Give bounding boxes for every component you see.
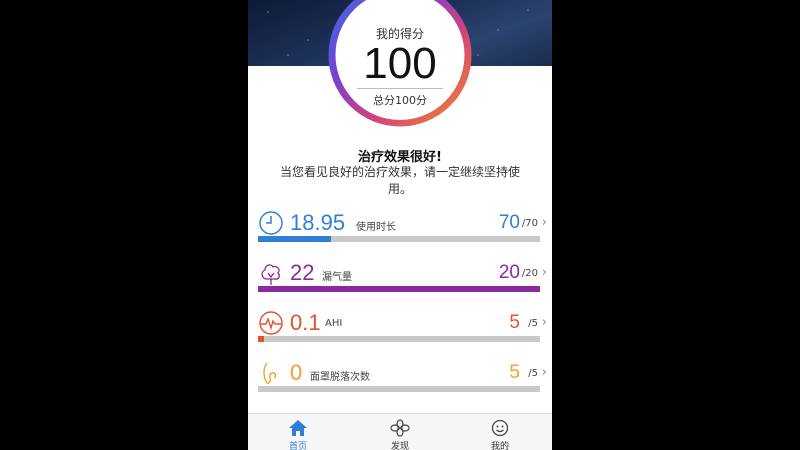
tab-label: 首页 bbox=[288, 442, 307, 450]
result-message: 当您看见良好的治疗效果，请一定继续坚持使用。 bbox=[279, 165, 520, 196]
result-title: 治疗效果很好! bbox=[358, 150, 442, 165]
tab-label: 发现 bbox=[390, 442, 409, 450]
metric-value: 0 bbox=[290, 360, 303, 385]
metric-score: 5 bbox=[509, 362, 520, 383]
metric-score: 70 bbox=[498, 212, 520, 233]
metric-ahi-row[interactable]: 0.1 AHI 5 /5 › bbox=[248, 308, 552, 358]
chevron-right-icon: › bbox=[541, 315, 547, 330]
smiley-icon bbox=[491, 419, 509, 437]
pulse-icon bbox=[259, 311, 283, 335]
tab-label: 我的 bbox=[490, 442, 509, 450]
metric-max: /5 bbox=[528, 318, 538, 329]
metric-max: /70 bbox=[521, 218, 538, 229]
metric-value: 22 bbox=[290, 260, 315, 285]
progress-track bbox=[258, 386, 540, 392]
metric-name: 面罩脱落次数 bbox=[310, 372, 370, 383]
chevron-right-icon: › bbox=[541, 265, 547, 280]
tab-mine[interactable]: 我的 bbox=[450, 414, 550, 450]
metric-name: 漏气量 bbox=[322, 272, 352, 283]
metric-name: AHI bbox=[325, 318, 343, 329]
metric-usage-row[interactable]: 18.95 使用时长 70 /70 › bbox=[248, 208, 552, 258]
metric-name: 使用时长 bbox=[356, 222, 396, 233]
progress-fill bbox=[258, 336, 264, 342]
progress-track bbox=[258, 236, 540, 242]
metric-leak-row[interactable]: 22 漏气量 20 /20 › bbox=[248, 258, 552, 308]
tab-home[interactable]: 首页 bbox=[248, 414, 348, 450]
metric-value: 18.95 bbox=[290, 210, 346, 235]
score-total: 总分100分 bbox=[373, 93, 427, 107]
progress-fill bbox=[258, 236, 332, 242]
chevron-right-icon: › bbox=[541, 215, 547, 230]
metric-value: 0.1 bbox=[290, 310, 321, 335]
home-icon bbox=[289, 420, 307, 436]
progress-track bbox=[258, 336, 540, 342]
phone-screen: 我的得分 100 总分100分 治疗效果很好! 当您看见良好的治疗效果，请一定继… bbox=[248, 0, 552, 450]
mask-icon bbox=[263, 362, 277, 384]
bottom-tab-bar: 首页 发现 我的 bbox=[248, 413, 552, 450]
chevron-right-icon: › bbox=[541, 365, 547, 380]
clock-icon bbox=[259, 211, 283, 235]
flower-icon bbox=[390, 419, 410, 437]
progress-track bbox=[258, 286, 540, 292]
progress-fill bbox=[258, 286, 540, 292]
tab-discover[interactable]: 发现 bbox=[350, 414, 450, 450]
metric-max: /5 bbox=[528, 368, 538, 379]
metric-score: 20 bbox=[498, 262, 520, 283]
metric-max: /20 bbox=[521, 268, 538, 279]
score-value: 100 bbox=[357, 41, 443, 89]
metric-score: 5 bbox=[509, 312, 520, 333]
metric-mask-row[interactable]: 0 面罩脱落次数 5 /5 › bbox=[248, 358, 552, 408]
tree-leak-icon bbox=[261, 264, 280, 285]
